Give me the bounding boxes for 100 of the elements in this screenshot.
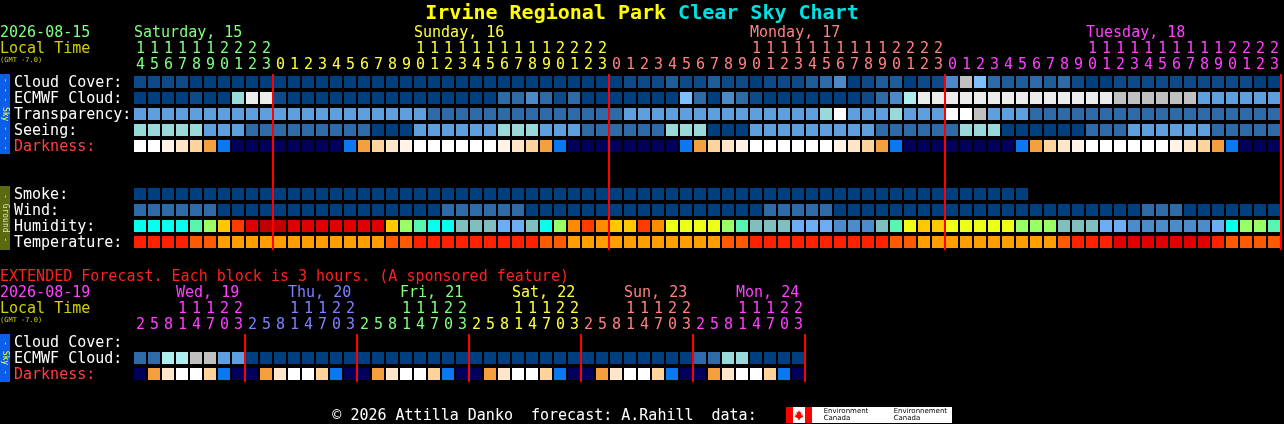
data-credit: data: (711, 407, 757, 423)
hour-label: 12 (444, 40, 454, 72)
hour-label: 15 (485, 40, 497, 72)
location-name: Irvine Regional Park (425, 0, 667, 24)
hour-label: 10 (416, 40, 426, 72)
hour-label: 2 (135, 316, 147, 332)
hour-label: 19 (877, 40, 889, 72)
hour-label: 23 (569, 300, 581, 332)
hour-label: 20 (331, 300, 343, 332)
hour-label: 22 (583, 40, 595, 72)
hour-label: 14 (1144, 40, 1154, 72)
hour-label: 12 (780, 40, 790, 72)
hour-label: 9 (737, 56, 749, 72)
hour-label: 6 (359, 56, 371, 72)
row-label: Transparency: (14, 106, 132, 122)
hour-label: 5 (1017, 56, 1029, 72)
hour-label: 7 (1045, 56, 1057, 72)
hour-label: 8 (387, 56, 399, 72)
hour-label: 17 (541, 300, 553, 332)
hour-label: 14 (303, 300, 315, 332)
hour-label: 15 (1157, 40, 1169, 72)
hour-label: 20 (555, 40, 567, 72)
hour-label: 14 (639, 300, 651, 332)
hour-label: 15 (821, 40, 833, 72)
hour-label: 8 (723, 56, 735, 72)
hour-label: 6 (695, 56, 707, 72)
hour-label: 22 (1255, 40, 1267, 72)
row-label: Cloud Cover: (14, 74, 124, 90)
hour-label: 21 (569, 40, 581, 72)
hour-label: 2 (359, 316, 371, 332)
hour-label: 17 (849, 40, 861, 72)
flag-icon (785, 407, 812, 423)
hour-label: 17 (178, 40, 188, 72)
hour-label: 2 (583, 316, 595, 332)
hour-label: 14 (472, 40, 483, 72)
hour-label: 3 (317, 56, 329, 72)
row-label: Darkness: (14, 138, 97, 154)
hour-label: 5 (149, 316, 161, 332)
hour-label: 13 (458, 40, 468, 72)
chart-title: Clear Sky Chart (678, 0, 859, 24)
hour-label: 2 (247, 316, 259, 332)
hour-label: 23 (233, 300, 245, 332)
hour-label: 5 (709, 316, 721, 332)
hour-label: 18 (1199, 40, 1211, 72)
hour-label: 1 (289, 56, 301, 72)
hour-label: 8 (723, 316, 735, 332)
hour-label: 5 (345, 56, 357, 72)
hour-label: 5 (261, 316, 273, 332)
hour-label: 17 (653, 300, 665, 332)
hour-label: 7 (373, 56, 385, 72)
hour-label: 15 (150, 40, 160, 72)
hour-label: 13 (794, 40, 804, 72)
row-label: Humidity: (14, 218, 96, 234)
hour-label: 11 (513, 300, 525, 332)
hour-label: 4 (331, 56, 343, 72)
hour-label: 9 (401, 56, 413, 72)
hour-label: 14 (751, 300, 763, 332)
hour-label: 22 (919, 40, 931, 72)
hour-label: 17 (765, 300, 777, 332)
hour-label: 20 (779, 300, 791, 332)
hour-label: 16 (1171, 40, 1183, 72)
hour-label: 11 (401, 300, 413, 332)
hour-label: 21 (233, 40, 245, 72)
row-label: Wind: (14, 202, 61, 218)
hour-label: 14 (191, 300, 203, 332)
hour-label: 18 (192, 40, 202, 72)
hour-label: 23 (261, 40, 273, 72)
hour-label: 1 (625, 56, 637, 72)
hour-label: 11 (766, 40, 776, 72)
hour-label: 5 (681, 56, 693, 72)
hour-label: 19 (541, 40, 553, 72)
hour-label: 23 (345, 300, 357, 332)
row-label: Cloud Cover: (14, 334, 123, 350)
hour-label: 20 (219, 40, 231, 72)
forecast-date: 2026-08-15 (0, 24, 92, 40)
hour-label: 2 (303, 56, 315, 72)
forecast-date: 2026-08-19 (0, 284, 92, 300)
hour-label: 5 (373, 316, 385, 332)
day-label: Monday, 17 (750, 23, 841, 41)
hour-label: 20 (443, 300, 455, 332)
hour-label: 18 (527, 40, 539, 72)
hour-label: 11 (1102, 40, 1112, 72)
hour-label: 4 (667, 56, 679, 72)
hour-label: 20 (555, 300, 567, 332)
row-label: Smoke: (14, 186, 70, 202)
hour-label: 17 (429, 300, 441, 332)
hour-label: 20 (1227, 40, 1239, 72)
hour-label: 10 (1088, 40, 1098, 72)
day-label: Fri, 21 (400, 283, 464, 301)
day-label: Saturday, 15 (134, 23, 243, 41)
time-label: Local Time (0, 40, 92, 56)
day-label: Mon, 24 (736, 283, 800, 301)
hour-label: 22 (247, 40, 259, 72)
hour-label: 14 (527, 300, 539, 332)
hour-label: 21 (905, 40, 917, 72)
hour-label: 19 (206, 40, 217, 72)
hour-label: 21 (1241, 40, 1253, 72)
hour-label: 14 (415, 300, 427, 332)
hour-label: 5 (597, 316, 609, 332)
hour-label: 6 (1031, 56, 1043, 72)
